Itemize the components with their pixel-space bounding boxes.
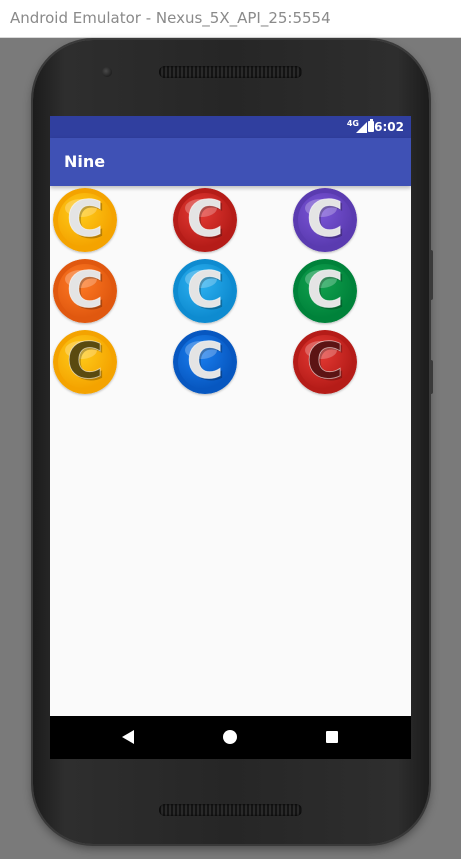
status-bar: 4G 6:02 xyxy=(50,116,411,138)
coin-yellow-dark[interactable]: CC xyxy=(53,330,117,394)
coin-letter: C xyxy=(187,190,224,248)
coin-purple[interactable]: CC xyxy=(293,188,357,252)
back-triangle-icon[interactable] xyxy=(122,730,134,744)
coin-light-blue[interactable]: CC xyxy=(173,259,237,323)
battery-icon xyxy=(368,119,374,132)
app-toolbar: Nine xyxy=(50,138,411,186)
coin-letter: C xyxy=(307,261,344,319)
power-button[interactable] xyxy=(429,360,433,394)
coin-letter: C xyxy=(67,190,104,248)
front-camera-icon xyxy=(102,67,112,77)
volume-button[interactable] xyxy=(429,250,433,300)
bottom-speaker-grille xyxy=(159,804,302,816)
emulator-title-bar[interactable]: Android Emulator - Nexus_5X_API_25:5554 xyxy=(0,0,461,38)
coin-letter: C xyxy=(67,261,104,319)
emulator-window-title: Android Emulator - Nexus_5X_API_25:5554 xyxy=(10,9,331,27)
coin-letter: C xyxy=(187,332,224,390)
coin-yellow[interactable]: CC xyxy=(53,188,117,252)
status-time: 6:02 xyxy=(374,120,404,134)
coin-red-dark[interactable]: CC xyxy=(293,330,357,394)
recents-square-icon[interactable] xyxy=(326,731,338,743)
coin-letter: C xyxy=(187,261,224,319)
coin-letter: C xyxy=(307,332,344,390)
top-speaker-grille xyxy=(159,66,302,78)
coin-letter: C xyxy=(67,332,104,390)
coin-orange[interactable]: CC xyxy=(53,259,117,323)
navigation-bar xyxy=(50,716,411,759)
home-circle-icon[interactable] xyxy=(223,730,237,744)
coin-green[interactable]: CC xyxy=(293,259,357,323)
coin-letter: C xyxy=(307,190,344,248)
coin-blue[interactable]: CC xyxy=(173,330,237,394)
signal-icon xyxy=(356,122,367,133)
coin-red[interactable]: CC xyxy=(173,188,237,252)
device-screen: 4G 6:02 Nine CCCCCCCCCCCCCCCCCC xyxy=(50,116,411,759)
app-title: Nine xyxy=(64,152,106,171)
